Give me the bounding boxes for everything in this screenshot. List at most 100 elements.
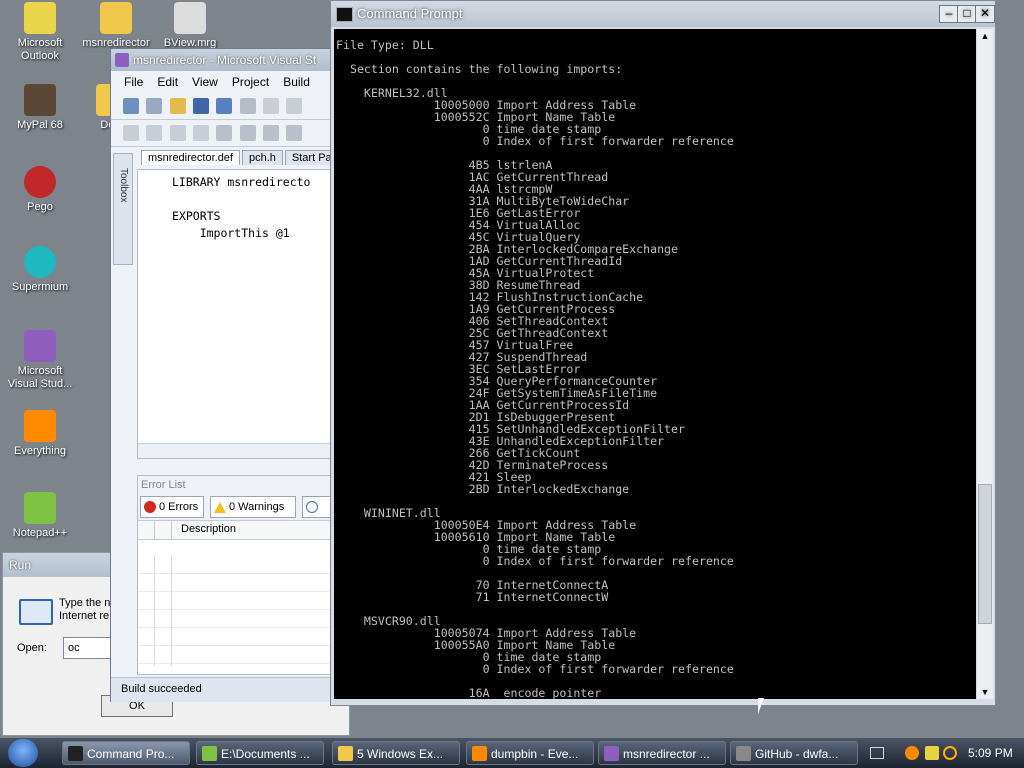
warnings-filter-button[interactable]: 0 Warnings [210, 496, 296, 518]
taskbar-button-label: dumpbin - Eve... [491, 747, 579, 761]
save-all-icon[interactable] [216, 98, 233, 114]
menu-project[interactable]: Project [225, 71, 276, 93]
uncomment-icon[interactable] [286, 125, 303, 141]
desktop-icon-1[interactable]: msnredirector [76, 2, 156, 50]
toolbar-icon-c[interactable] [169, 125, 186, 141]
tab-1[interactable]: pch.h [241, 150, 283, 165]
paste-icon[interactable] [286, 98, 303, 114]
taskbar-button-4[interactable]: msnredirector ... [598, 741, 726, 765]
tray-search-icon[interactable] [943, 746, 957, 760]
tab-0[interactable]: msnredirector.def [141, 150, 240, 165]
desktop-icon-7[interactable]: Microsoft Visual Stud... [0, 330, 80, 391]
taskbar-button-3[interactable]: dumpbin - Eve... [466, 741, 594, 765]
taskbar-button-label: msnredirector ... [623, 747, 710, 761]
open-folder-icon[interactable] [169, 98, 186, 114]
error-list-panel: Error List 0 Errors 0 Warnings Descripti… [137, 475, 352, 675]
raccoon-icon [24, 84, 56, 116]
tray-icon-b[interactable] [925, 746, 939, 760]
desktop-icon-6[interactable]: Supermium [0, 246, 80, 294]
scroll-up-arrow[interactable]: ▲ [977, 29, 993, 43]
menu-view[interactable]: View [185, 71, 225, 93]
menu-build[interactable]: Build [276, 71, 317, 93]
start-button[interactable] [8, 739, 38, 767]
taskbar-button-2[interactable]: 5 Windows Ex... [332, 741, 460, 765]
cut-icon[interactable] [239, 98, 256, 114]
desktop-icon-8[interactable]: Everything [0, 410, 80, 458]
close-button[interactable]: ✕ [975, 5, 995, 23]
desktop-icon-9[interactable]: Notepad++ [0, 492, 80, 540]
error-list-header[interactable]: Description [138, 520, 351, 540]
desktop-icon-0[interactable]: Microsoft Outlook [0, 2, 80, 63]
save-icon[interactable] [193, 98, 210, 114]
run-description-1: Type the n [59, 597, 111, 609]
desktop-icon-label: Microsoft Outlook [17, 37, 63, 62]
error-list-rows [138, 556, 351, 666]
new-project-icon[interactable] [123, 98, 139, 114]
toolbar-icon-d[interactable] [193, 125, 210, 141]
browser-icon [736, 746, 751, 761]
add-item-icon[interactable] [146, 98, 163, 114]
vs-title-bar[interactable]: msnredirector - Microsoft Visual St [111, 49, 351, 71]
vs-title: msnredirector - Microsoft Visual St [133, 53, 317, 67]
minimize-button[interactable]: – [939, 5, 959, 23]
run-open-label: Open: [17, 642, 47, 654]
code-editor[interactable]: LIBRARY msnredirecto EXPORTS ImportThis … [137, 169, 352, 459]
editor-code: LIBRARY msnredirecto EXPORTS ImportThis … [172, 175, 311, 240]
desktop-icon-5[interactable]: Pego [0, 166, 80, 214]
copy-icon[interactable] [263, 98, 280, 114]
taskbar-button-0[interactable]: Command Pro... [62, 741, 190, 765]
tray-icon-a[interactable] [905, 746, 919, 760]
toolbar-icon-a[interactable] [123, 125, 139, 141]
cmd-title-bar[interactable]: Command Prompt – □ ✕ [331, 1, 995, 27]
desktop-icon-label: Microsoft Visual Stud... [7, 365, 73, 390]
outlook-icon [24, 2, 56, 34]
visual-studio-window[interactable]: msnredirector - Microsoft Visual St File… [110, 48, 352, 702]
errors-filter-button[interactable]: 0 Errors [140, 496, 204, 518]
info-icon [306, 501, 318, 514]
taskbar-button-label: E:\Documents ... [221, 747, 310, 761]
scroll-thumb[interactable] [978, 484, 992, 624]
console-output[interactable]: File Type: DLL Section contains the foll… [334, 29, 976, 699]
desktop-icon-label: MyPal 68 [17, 119, 63, 131]
vs-toolbar-1 [111, 93, 351, 120]
run-description-2: Internet re [59, 610, 110, 622]
clock[interactable]: 5:09 PM [968, 746, 1013, 760]
outdent-icon[interactable] [239, 125, 256, 141]
warnings-count: 0 Warnings [229, 501, 285, 513]
taskbar-button-1[interactable]: E:\Documents ... [196, 741, 324, 765]
toolbar-icon-b[interactable] [146, 125, 163, 141]
toolbox-label: Toolbox [118, 168, 129, 203]
errors-count: 0 Errors [159, 501, 199, 513]
error-icon [144, 501, 156, 514]
everything-icon [24, 410, 56, 442]
scroll-down-arrow[interactable]: ▼ [977, 685, 993, 699]
taskbar: Command Pro... E:\Documents ... 5 Windows … [0, 738, 1024, 768]
taskbar-button-5[interactable]: GitHub - dwfa... [730, 741, 858, 765]
visual-studio-icon [24, 330, 56, 362]
show-desktop-icon[interactable] [870, 747, 884, 759]
console-scrollbar[interactable]: ▲ ▼ [977, 29, 993, 699]
magnifier-icon [174, 2, 206, 34]
indent-icon[interactable] [216, 125, 233, 141]
editor-hscroll[interactable] [138, 443, 351, 458]
everything-icon [472, 746, 487, 761]
menu-file[interactable]: File [117, 71, 150, 93]
desktop-icon-label: Supermium [11, 281, 69, 293]
mouse-cursor [758, 698, 764, 714]
notepadpp-icon [24, 492, 56, 524]
cmd-icon [68, 746, 83, 761]
run-icon [19, 599, 53, 625]
desktop-icon-2[interactable]: BView.mrg [150, 2, 230, 50]
console-text: File Type: DLL Section contains the foll… [336, 38, 734, 699]
maximize-button[interactable]: □ [957, 5, 977, 23]
red-orb-icon [24, 166, 56, 198]
toolbox-tab[interactable]: Toolbox [113, 153, 133, 265]
menu-edit[interactable]: Edit [150, 71, 185, 93]
comment-icon[interactable] [263, 125, 280, 141]
status-bar: Build succeeded [111, 677, 351, 702]
command-prompt-window[interactable]: Command Prompt – □ ✕ File Type: DLL Sect… [330, 0, 996, 706]
cmd-title: Command Prompt [357, 6, 463, 21]
notepad-icon [202, 746, 217, 761]
desktop-icon-3[interactable]: MyPal 68 [0, 84, 80, 132]
desktop-icon-label: Everything [14, 445, 66, 457]
